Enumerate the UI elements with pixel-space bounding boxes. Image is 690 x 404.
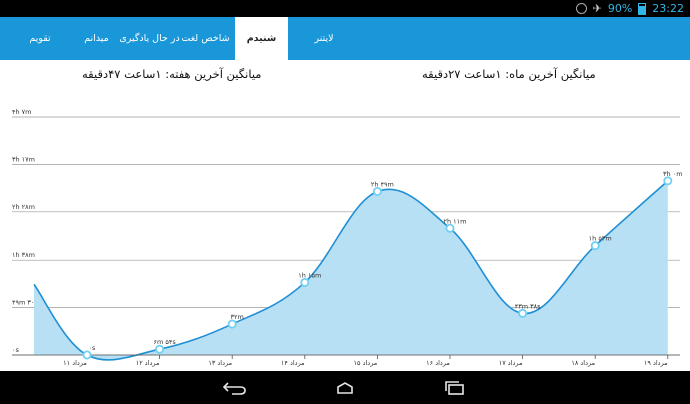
x-tick-label: ۱۹ مرداد [644,359,668,367]
point-label: ۴۳m ۳۸s [515,302,541,310]
home-button[interactable] [325,376,365,400]
tab-word-index[interactable]: شاخص لغت [176,17,235,60]
tab-bar: لایتنر شنیدم شاخص لغت در حال یادگیری مید… [0,17,690,60]
tab-calendar[interactable]: تقویم [10,17,70,60]
x-tick-label: ۱۶ مرداد [426,359,450,367]
point-label: ۳۲m [231,313,244,321]
point-label: ۶m ۵۴s [153,338,176,346]
x-tick-label: ۱۵ مرداد [354,359,378,367]
point-label: ۲h ۱۱m [444,217,467,225]
data-point [300,277,310,287]
tab-known[interactable]: میدانم [70,17,123,60]
point-label: ۳h ۰m [663,170,683,178]
tab-learning[interactable]: در حال یادگیری [119,17,179,60]
app-content: لایتنر شنیدم شاخص لغت در حال یادگیری مید… [0,17,690,371]
x-tick-label: ۱۷ مرداد [499,359,523,367]
data-point [445,223,455,233]
week-average: میانگین آخرین هفته: ۱ساعت ۴۷دقیقه [82,67,262,81]
x-tick-label: ۱۳ مرداد [208,359,232,367]
x-tick-label: ۱۸ مرداد [571,359,595,367]
battery-icon [638,2,647,15]
data-point [663,176,673,186]
data-point [372,186,382,196]
data-point [590,241,600,251]
y-tick-label: ۴h ۷m [12,108,32,116]
home-icon [337,382,353,394]
y-tick-label: ۲h ۲۸m [12,203,35,211]
clock: 23:22 [652,2,684,15]
alarm-icon [575,3,587,14]
recent-apps-button[interactable] [435,376,475,400]
back-icon [222,382,246,395]
status-icons: ✈ 90% 23:22 [575,1,684,16]
tab-leitner[interactable]: لایتنر [288,17,360,60]
tab-heard[interactable]: شنیدم [235,17,288,60]
recent-apps-icon [445,381,464,395]
x-tick-label: ۱۴ مرداد [281,359,305,367]
back-button[interactable] [215,376,255,400]
point-label: ۱h ۵۳m [589,235,612,243]
data-point [227,319,237,329]
point-label: ۱h ۱۵m [298,271,321,279]
battery-percent: 90% [607,2,633,15]
status-bar: ✈ 90% 23:22 [0,0,690,17]
point-label: ۲h ۴۹m [371,180,394,188]
y-tick-label: ۰s [12,346,19,354]
airplane-icon: ✈ [592,2,602,15]
data-point [82,350,92,360]
data-point [518,308,528,318]
month-average: میانگین آخرین ماه: ۱ساعت ۲۷دقیقه [422,67,596,81]
y-tick-label: ۱h ۳۸m [12,251,35,259]
daily-listening-chart: ۰s۴۹m ۳۰s۱h ۳۸m۲h ۲۸m۳h ۱۷m۴h ۷m۰s۱۱ مرد… [12,108,683,367]
point-label: ۰s [89,344,96,352]
x-tick-label: ۱۲ مرداد [136,359,160,367]
navigation-bar [0,371,690,404]
data-point [155,344,165,354]
x-tick-label: ۱۱ مرداد [63,359,87,367]
y-tick-label: ۳h ۱۷m [12,155,35,163]
